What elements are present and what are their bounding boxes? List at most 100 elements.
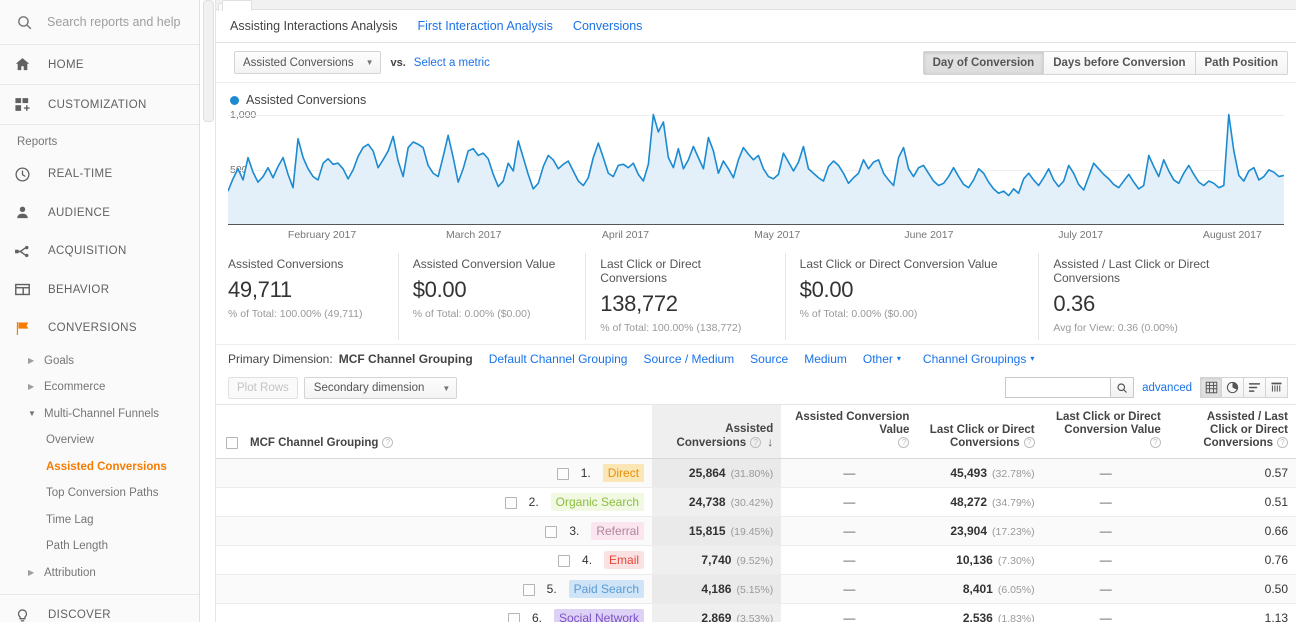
advanced-link[interactable]: advanced <box>1142 382 1192 394</box>
sidebar-item-time-lag[interactable]: Time Lag <box>0 507 199 534</box>
dimension-source[interactable]: Source <box>750 352 788 366</box>
secondary-dimension-label: Secondary dimension <box>313 382 425 394</box>
channel-groupings-menu[interactable]: Channel Groupings <box>923 352 1026 366</box>
channel-chip[interactable]: Organic Search <box>550 493 645 511</box>
tab-assisting-interactions-analysis[interactable]: Assisting Interactions Analysis <box>230 19 397 33</box>
card-sub: % of Total: 0.00% ($0.00) <box>799 308 918 320</box>
select-all-checkbox[interactable] <box>226 436 238 449</box>
tab-first-interaction-analysis[interactable]: First Interaction Analysis <box>417 19 552 33</box>
chart-svg <box>228 113 1284 225</box>
select-a-metric-link[interactable]: Select a metric <box>414 57 490 69</box>
channel-chip[interactable]: Referral <box>591 522 645 540</box>
metric-select-label: Assisted Conversions <box>243 56 354 69</box>
performance-view-icon[interactable] <box>1244 377 1266 398</box>
card-title: Assisted / Last Click or Direct Conversi… <box>1053 257 1210 285</box>
table-search-input[interactable] <box>1005 377 1111 398</box>
channel-chip[interactable]: Paid Search <box>568 580 645 598</box>
chevron-down-icon[interactable]: ▾ <box>897 354 901 363</box>
sidebar-item-acquisition[interactable]: ACQUISITION <box>0 232 199 271</box>
sidebar-item-top-conversion-paths[interactable]: Top Conversion Paths <box>0 480 199 507</box>
legend-dot-icon <box>230 95 239 105</box>
chart-plot-area[interactable]: 1,000 500 <box>228 109 1290 225</box>
col-assisted-conversion-value[interactable]: Assisted Conversion Value ? <box>781 404 918 459</box>
help-icon[interactable]: ? <box>1149 437 1161 448</box>
sidebar-item-customization[interactable]: CUSTOMIZATION <box>0 85 199 125</box>
sidebar-item-discover[interactable]: DISCOVER <box>0 595 199 622</box>
cell-assisted-conversion-value: — <box>781 516 918 546</box>
report-table: MCF Channel Grouping? Assisted Conversio… <box>216 404 1296 622</box>
channel-chip[interactable]: Direct <box>602 464 645 482</box>
sidebar-item-attribution[interactable]: ▶ Attribution <box>0 560 199 587</box>
card-last-click-or-direct-conversions: Last Click or Direct Conversions 138,772… <box>585 253 784 340</box>
sidebar-item-real-time[interactable]: REAL-TIME <box>0 155 199 194</box>
view-icon-group <box>1200 377 1288 398</box>
row-checkbox[interactable] <box>545 525 558 538</box>
report-content: Assisting Interactions Analysis First In… <box>216 0 1296 622</box>
tab-stub-active[interactable] <box>222 0 252 11</box>
segment-day-of-conversion[interactable]: Day of Conversion <box>922 51 1045 75</box>
metric-select[interactable]: Assisted Conversions ▼ <box>234 51 381 74</box>
row-number: 5. <box>546 582 557 596</box>
dimension-default-channel-grouping[interactable]: Default Channel Grouping <box>489 352 628 366</box>
row-checkbox[interactable] <box>508 612 520 622</box>
x-tick-label: July 2017 <box>1058 229 1104 241</box>
table-search-button[interactable] <box>1110 377 1135 398</box>
conversions-subnav: ▶ Goals ▶ Ecommerce ▼ Multi-Channel Funn… <box>0 348 199 587</box>
table-row: 2. Organic Search 24,738 (30.42%) —48,272 (34… <box>216 487 1296 517</box>
help-icon[interactable]: ? <box>898 437 910 448</box>
row-checkbox[interactable] <box>556 467 569 480</box>
timeseries-chart: Assisted Conversions 1,000 500 February … <box>216 83 1296 245</box>
dimension-other[interactable]: Other <box>863 352 893 366</box>
dimension-source-medium[interactable]: Source / Medium <box>643 352 734 366</box>
chevron-down-icon[interactable]: ▾ <box>1030 354 1034 363</box>
content-scrollbar[interactable] <box>200 0 216 622</box>
table-row: 6. Social Network 2,869 (3.53%) —2,536 (1.83%… <box>216 603 1296 622</box>
sidebar-item-overview[interactable]: Overview <box>0 427 199 454</box>
row-checkbox[interactable] <box>558 554 571 567</box>
row-checkbox[interactable] <box>504 496 517 509</box>
help-icon[interactable]: ? <box>750 437 762 448</box>
x-tick-label: April 2017 <box>601 229 650 241</box>
table-view-icon[interactable] <box>1200 377 1222 398</box>
sidebar-item-goals[interactable]: ▶ Goals <box>0 348 199 375</box>
col-last-click-or-direct-conversion-value[interactable]: Last Click or Direct Conversion Value? <box>1042 404 1169 459</box>
cell-last-click-or-direct-conversion-value: — <box>1042 516 1169 546</box>
help-icon[interactable]: ? <box>382 437 394 448</box>
sidebar-search-row[interactable] <box>0 0 199 45</box>
sidebar-item-assisted-conversions[interactable]: Assisted Conversions <box>0 454 199 481</box>
channel-chip[interactable]: Email <box>604 551 645 569</box>
col-assisted-conversions[interactable]: Assisted Conversions? ↓ <box>652 404 782 459</box>
help-icon[interactable]: ? <box>1277 437 1288 448</box>
col-last-click-or-direct-conversions[interactable]: Last Click or Direct Conversions? <box>917 404 1043 459</box>
cell-channel-name: 6. Social Network <box>216 603 653 622</box>
segment-days-before-conversion[interactable]: Days before Conversion <box>1044 51 1196 75</box>
col-mcf-channel-grouping[interactable]: MCF Channel Grouping? <box>216 404 653 459</box>
segment-path-position[interactable]: Path Position <box>1195 51 1288 75</box>
sidebar-item-home[interactable]: HOME <box>0 45 199 85</box>
sidebar-item-behavior[interactable]: BEHAVIOR <box>0 271 199 310</box>
vs-label: vs. <box>390 56 406 69</box>
channel-chip[interactable]: Social Network <box>554 609 645 622</box>
col-assisted-last-click-ratio[interactable]: Assisted / Last Click or Direct Conversi… <box>1168 404 1296 459</box>
plot-rows-button[interactable]: Plot Rows <box>228 377 298 399</box>
row-checkbox[interactable] <box>522 583 535 596</box>
pie-view-icon[interactable] <box>1222 377 1244 398</box>
sidebar-item-conversions[interactable]: CONVERSIONS <box>0 309 199 348</box>
sidebar-item-audience[interactable]: AUDIENCE <box>0 194 199 233</box>
secondary-dimension-button[interactable]: Secondary dimension ▼ <box>303 377 458 399</box>
tab-conversions[interactable]: Conversions <box>573 19 642 33</box>
x-tick-label: June 2017 <box>904 229 954 241</box>
dimension-medium[interactable]: Medium <box>804 352 847 366</box>
card-value: $0.00 <box>412 277 467 302</box>
chevron-down-icon: ▼ <box>365 58 374 67</box>
help-icon[interactable]: ? <box>1023 437 1035 448</box>
sidebar-item-real-time-label: REAL-TIME <box>48 168 113 181</box>
person-icon <box>14 204 40 221</box>
search-input[interactable] <box>45 14 195 30</box>
sidebar-item-ecommerce[interactable]: ▶ Ecommerce <box>0 374 199 401</box>
sidebar-item-path-length[interactable]: Path Length <box>0 533 199 560</box>
pivot-view-icon[interactable] <box>1266 377 1288 398</box>
cell-assisted-last-click-ratio: 0.66 <box>1168 516 1296 546</box>
card-sub: % of Total: 100.00% (49,711) <box>228 308 363 320</box>
sidebar-item-multi-channel-funnels[interactable]: ▼ Multi-Channel Funnels <box>0 401 199 428</box>
